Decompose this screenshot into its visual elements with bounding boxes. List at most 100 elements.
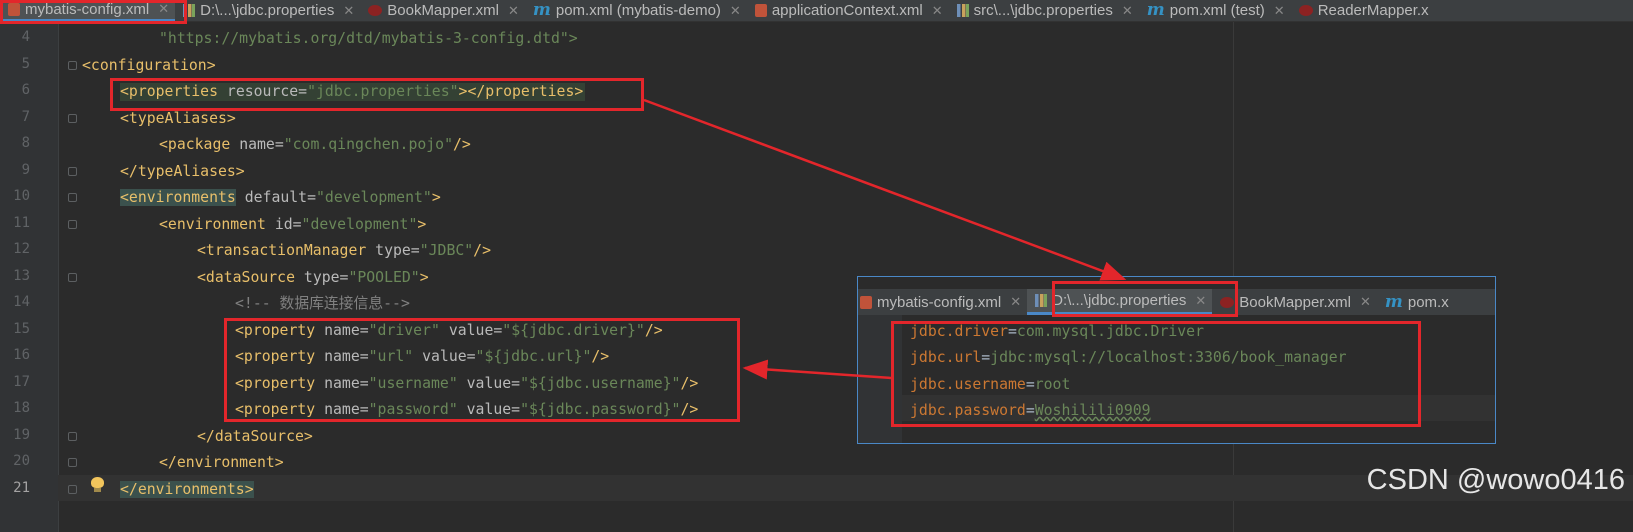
tab-applicationcontext[interactable]: applicationContext.xml ✕: [747, 0, 949, 21]
code-line[interactable]: <environments default="development">: [120, 189, 441, 207]
code-line[interactable]: <dataSource type="POOLED">: [197, 269, 429, 287]
code-line[interactable]: </environments>: [120, 481, 254, 499]
tab-label: BookMapper.xml: [387, 2, 499, 19]
close-icon[interactable]: ✕: [343, 3, 354, 19]
annotation-box-property-list: [224, 318, 740, 422]
string-literal: "development": [316, 189, 432, 206]
close-icon[interactable]: ✕: [508, 3, 519, 19]
line-number: 9: [21, 162, 30, 178]
code-line[interactable]: <typeAliases>: [120, 110, 236, 128]
mapper-file-icon: [368, 5, 383, 16]
tab-label: BookMapper.xml: [1239, 293, 1351, 311]
line-number: 6: [21, 82, 30, 98]
annotation-box-properties: [110, 78, 644, 111]
gutter-divider: [58, 22, 59, 532]
editor-tab-bar: mybatis-config.xml ✕ D:\...\jdbc.propert…: [0, 0, 1633, 22]
xml-tag: >: [419, 269, 429, 286]
mapper-file-icon: [1298, 5, 1313, 16]
xml-tag: >: [417, 216, 427, 233]
xml-file-icon: [860, 295, 872, 309]
close-icon[interactable]: ✕: [1274, 3, 1285, 19]
line-number: 16: [13, 347, 30, 363]
maven-icon: m: [1146, 0, 1165, 20]
tab-label: applicationContext.xml: [771, 2, 923, 19]
close-icon[interactable]: ✕: [932, 3, 943, 19]
tab-label: D:\...\jdbc.properties: [200, 2, 335, 19]
string-literal: "development": [301, 216, 418, 233]
xml-tag: <environments: [120, 189, 236, 206]
fold-marker-icon[interactable]: [68, 432, 77, 441]
line-number: 10: [13, 188, 30, 204]
xml-tag: </dataSource>: [197, 428, 313, 445]
code-line[interactable]: </environment>: [159, 454, 284, 472]
xml-tag: <package: [159, 136, 231, 153]
code-line[interactable]: <environment id="development">: [159, 216, 426, 234]
fold-marker-icon[interactable]: [68, 193, 77, 202]
code-line[interactable]: </typeAliases>: [120, 163, 245, 181]
line-number: 13: [13, 268, 30, 284]
tab-label: ReaderMapper.x: [1317, 2, 1429, 19]
xml-file-icon: [754, 4, 767, 17]
close-icon[interactable]: ✕: [1122, 3, 1133, 19]
code-line[interactable]: <configuration>: [82, 57, 216, 75]
tab-label: pom.xml (test): [1169, 2, 1265, 19]
annotation-box-popup-tab: [1052, 281, 1238, 317]
xml-tag: <configuration>: [82, 57, 216, 74]
arrow-to-popup-tab: [643, 98, 1127, 281]
line-number: 8: [21, 135, 30, 151]
line-number: 20: [13, 453, 30, 469]
code-line[interactable]: <!-- 数据库连接信息-->: [235, 295, 410, 313]
line-number: 4: [21, 29, 30, 45]
tab-jdbc-properties[interactable]: D:\...\jdbc.properties ✕: [175, 0, 360, 21]
annotation-box-active-tab: [0, 0, 187, 24]
fold-marker-icon[interactable]: [68, 485, 77, 494]
xml-tag: <environment: [159, 216, 266, 233]
xml-attr: id=: [265, 216, 302, 233]
xml-attr: type=: [295, 269, 349, 286]
line-number: 7: [21, 109, 30, 125]
line-number: 12: [13, 241, 30, 257]
annotation-box-popup-values: [891, 321, 1421, 427]
fold-marker-icon[interactable]: [68, 220, 77, 229]
xml-tag: <dataSource: [197, 269, 295, 286]
fold-marker-icon[interactable]: [68, 167, 77, 176]
line-number: 14: [13, 294, 30, 310]
tab-bookmapper[interactable]: BookMapper.xml ✕: [360, 0, 525, 21]
code-line[interactable]: <transactionManager type="JDBC"/>: [197, 242, 491, 260]
xml-tag: </typeAliases>: [120, 163, 245, 180]
fold-marker-icon[interactable]: [68, 458, 77, 467]
xml-comment: <!-- 数据库连接信息-->: [235, 295, 410, 312]
tab-label: pom.xml (mybatis-demo): [555, 2, 721, 19]
line-number: 21: [13, 480, 30, 496]
xml-tag: />: [473, 242, 491, 259]
popup-tab-mybatis-config[interactable]: mybatis-config.xml ✕: [858, 289, 1027, 315]
fold-marker-icon[interactable]: [68, 273, 77, 282]
line-number: 18: [13, 400, 30, 416]
string-literal: "https://mybatis.org/dtd/mybatis-3-confi…: [159, 30, 578, 47]
string-literal: "com.qingchen.pojo": [283, 136, 453, 153]
xml-tag: <typeAliases>: [120, 110, 236, 127]
tab-pom-test[interactable]: m pom.xml (test) ✕: [1139, 0, 1291, 21]
line-number: 19: [13, 427, 30, 443]
line-number: 15: [13, 321, 30, 337]
close-icon[interactable]: ✕: [1360, 294, 1371, 310]
code-line[interactable]: "https://mybatis.org/dtd/mybatis-3-confi…: [159, 30, 578, 48]
tab-readermapper[interactable]: ReaderMapper.x: [1291, 0, 1435, 21]
string-literal: "POOLED": [348, 269, 420, 286]
fold-marker-icon[interactable]: [68, 114, 77, 123]
maven-icon: m: [532, 0, 551, 20]
fold-marker-icon[interactable]: [68, 61, 77, 70]
lightbulb-icon[interactable]: [91, 477, 104, 493]
close-icon[interactable]: ✕: [1010, 294, 1021, 310]
watermark: CSDN @wowo0416: [1366, 464, 1625, 496]
line-number: 5: [21, 56, 30, 72]
popup-tab-pom[interactable]: m pom.x: [1377, 289, 1455, 315]
tab-pom-mybatis-demo[interactable]: m pom.xml (mybatis-demo) ✕: [525, 0, 747, 21]
code-line[interactable]: </dataSource>: [197, 428, 313, 446]
properties-file-icon: [1035, 294, 1048, 307]
properties-file-icon: [956, 4, 969, 17]
code-line[interactable]: <package name="com.qingchen.pojo"/>: [159, 136, 471, 154]
tab-src-jdbc-properties[interactable]: src\...\jdbc.properties ✕: [949, 0, 1139, 21]
line-number: 11: [13, 215, 30, 231]
close-icon[interactable]: ✕: [730, 3, 741, 19]
